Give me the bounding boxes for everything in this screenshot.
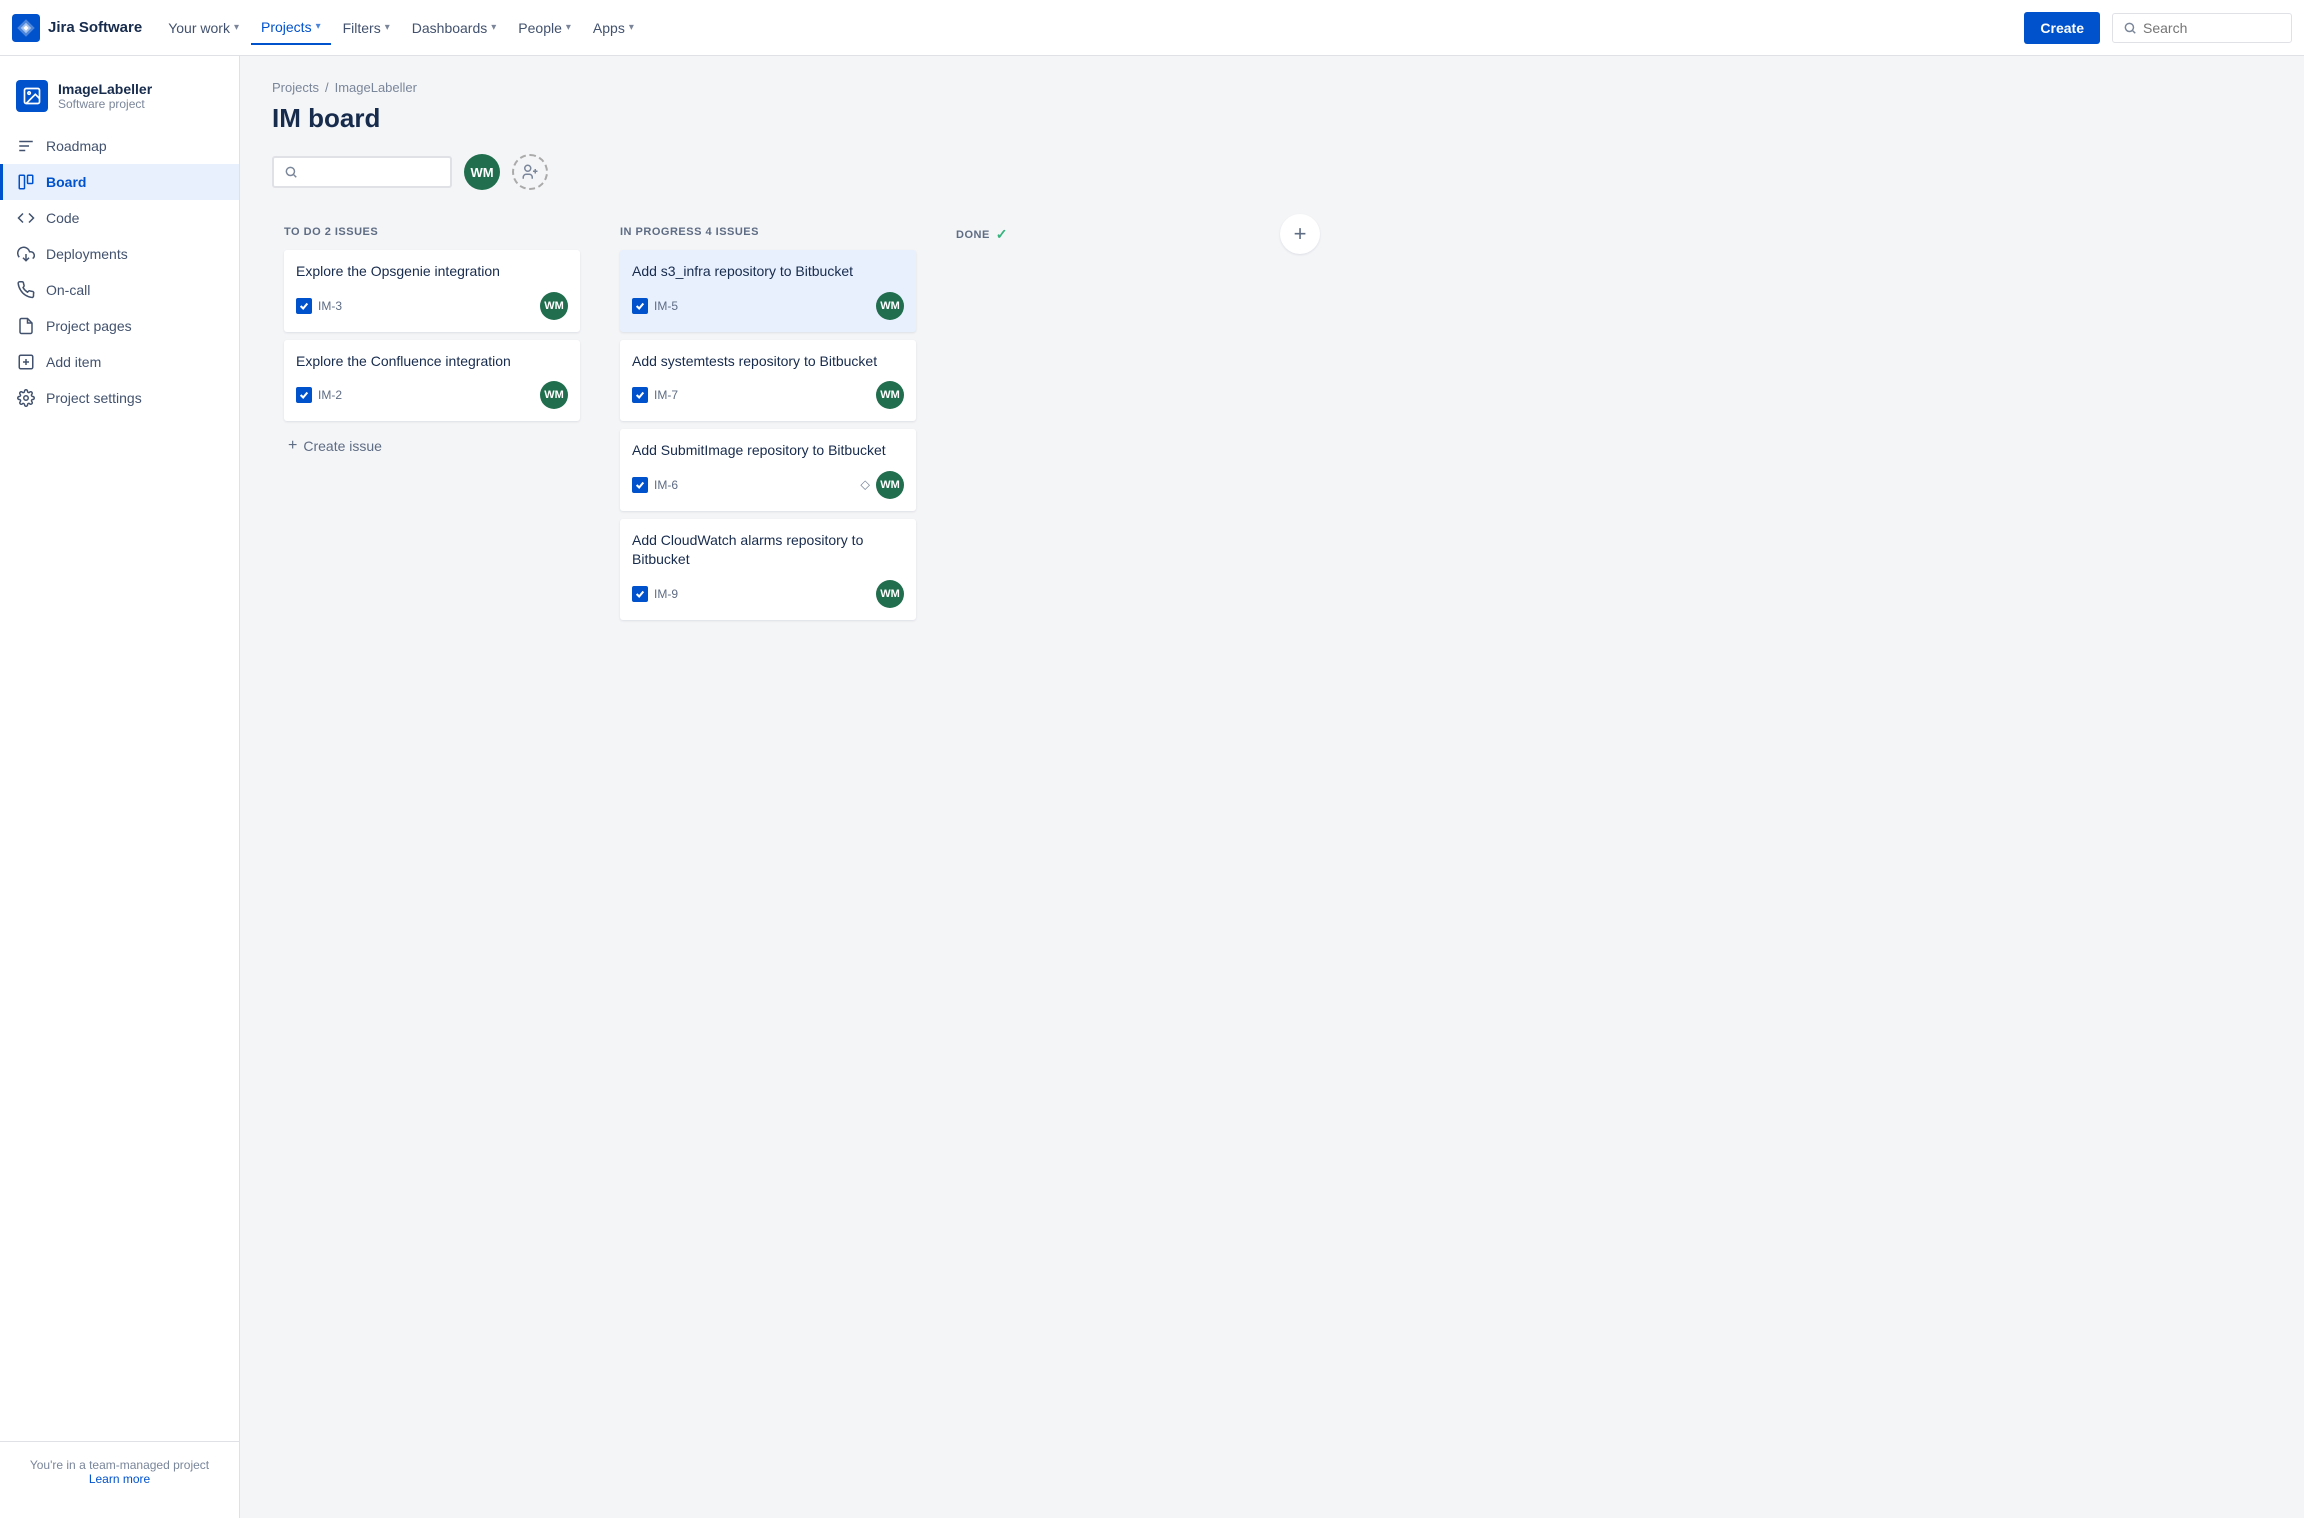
deployments-icon bbox=[16, 244, 36, 264]
project-pages-icon bbox=[16, 316, 36, 336]
board-toolbar: WM bbox=[272, 154, 2280, 190]
chevron-down-icon: ▾ bbox=[629, 22, 634, 33]
sidebar-project-name: ImageLabeller bbox=[58, 81, 152, 97]
card-checkbox bbox=[632, 477, 648, 493]
create-button[interactable]: Create bbox=[2024, 12, 2100, 44]
chevron-down-icon: ▾ bbox=[316, 21, 321, 32]
sidebar-project-type: Software project bbox=[58, 97, 152, 111]
nav-apps[interactable]: Apps ▾ bbox=[583, 12, 644, 44]
add-column-button[interactable]: + bbox=[1280, 214, 1320, 254]
oncall-icon bbox=[16, 280, 36, 300]
card-avatar: WM bbox=[876, 471, 904, 499]
card-im2[interactable]: Explore the Confluence integration IM-2 … bbox=[284, 340, 580, 422]
add-avatar-button[interactable] bbox=[512, 154, 548, 190]
chevron-down-icon: ▾ bbox=[234, 22, 239, 33]
nav-filters[interactable]: Filters ▾ bbox=[333, 12, 400, 44]
search-icon bbox=[284, 165, 298, 179]
page-layout: ImageLabeller Software project Roadmap B… bbox=[0, 56, 2304, 1518]
card-checkbox bbox=[296, 387, 312, 403]
chevron-down-icon: ▾ bbox=[491, 22, 496, 33]
app-logo[interactable]: Jira Software bbox=[12, 14, 142, 42]
breadcrumb-projects[interactable]: Projects bbox=[272, 80, 319, 95]
sidebar-item-add-item[interactable]: Add item bbox=[0, 344, 239, 380]
sidebar-item-board[interactable]: Board bbox=[0, 164, 239, 200]
card-im7[interactable]: Add systemtests repository to Bitbucket … bbox=[620, 340, 916, 422]
card-avatar: WM bbox=[876, 580, 904, 608]
nav-projects[interactable]: Projects ▾ bbox=[251, 11, 331, 45]
plus-icon: + bbox=[288, 437, 297, 455]
sidebar-project: ImageLabeller Software project bbox=[0, 72, 239, 128]
settings-icon bbox=[16, 388, 36, 408]
card-im6[interactable]: Add SubmitImage repository to Bitbucket … bbox=[620, 429, 916, 511]
card-avatar: WM bbox=[876, 292, 904, 320]
card-avatar: WM bbox=[540, 292, 568, 320]
card-checkbox bbox=[632, 298, 648, 314]
column-inprogress: IN PROGRESS 4 ISSUES Add s3_infra reposi… bbox=[608, 214, 928, 640]
card-avatar: WM bbox=[540, 381, 568, 409]
main-content: Projects / ImageLabeller IM board WM TO … bbox=[240, 56, 2304, 1518]
search-icon bbox=[2123, 21, 2137, 35]
card-im9[interactable]: Add CloudWatch alarms repository to Bitb… bbox=[620, 519, 916, 620]
jira-logo-icon bbox=[12, 14, 40, 42]
sidebar-item-oncall[interactable]: On-call bbox=[0, 272, 239, 308]
image-icon bbox=[22, 86, 42, 106]
card-im5[interactable]: Add s3_infra repository to Bitbucket IM-… bbox=[620, 250, 916, 332]
breadcrumb-separator: / bbox=[325, 80, 329, 95]
sidebar-item-code[interactable]: Code bbox=[0, 200, 239, 236]
done-check-icon: ✓ bbox=[996, 226, 1008, 243]
board-columns: TO DO 2 ISSUES Explore the Opsgenie inte… bbox=[272, 214, 2280, 640]
sidebar-item-roadmap[interactable]: Roadmap bbox=[0, 128, 239, 164]
sidebar-footer: You're in a team-managed project Learn m… bbox=[0, 1441, 239, 1502]
sidebar-learn-more-link[interactable]: Learn more bbox=[89, 1472, 150, 1486]
board-icon bbox=[16, 172, 36, 192]
column-todo: TO DO 2 ISSUES Explore the Opsgenie inte… bbox=[272, 214, 592, 475]
project-icon bbox=[16, 80, 48, 112]
roadmap-icon bbox=[16, 136, 36, 156]
sidebar: ImageLabeller Software project Roadmap B… bbox=[0, 56, 240, 1518]
nav-dashboards[interactable]: Dashboards ▾ bbox=[402, 12, 507, 44]
board-search-box bbox=[272, 156, 452, 188]
column-inprogress-header: IN PROGRESS 4 ISSUES bbox=[620, 226, 916, 238]
create-issue-button[interactable]: + Create issue bbox=[284, 429, 580, 463]
sidebar-item-project-pages[interactable]: Project pages bbox=[0, 308, 239, 344]
sidebar-item-project-settings[interactable]: Project settings bbox=[0, 380, 239, 416]
column-todo-header: TO DO 2 ISSUES bbox=[284, 226, 580, 238]
search-input[interactable] bbox=[2143, 20, 2263, 36]
card-im3[interactable]: Explore the Opsgenie integration IM-3 WM bbox=[284, 250, 580, 332]
search-box bbox=[2112, 13, 2292, 43]
code-icon bbox=[16, 208, 36, 228]
user-avatar-wm[interactable]: WM bbox=[464, 154, 500, 190]
card-checkbox bbox=[296, 298, 312, 314]
priority-icon: ⬦ bbox=[860, 476, 870, 493]
breadcrumb-imagelabeller[interactable]: ImageLabeller bbox=[335, 80, 417, 95]
chevron-down-icon: ▾ bbox=[566, 22, 571, 33]
column-done: DONE ✓ bbox=[944, 214, 1264, 267]
column-done-header: DONE ✓ bbox=[956, 226, 1252, 243]
add-item-icon bbox=[16, 352, 36, 372]
top-navigation: Jira Software Your work ▾ Projects ▾ Fil… bbox=[0, 0, 2304, 56]
app-name: Jira Software bbox=[48, 19, 142, 36]
board-filter-input[interactable] bbox=[304, 164, 434, 180]
page-title: IM board bbox=[272, 103, 2280, 134]
sidebar-nav: Roadmap Board Code Deployments bbox=[0, 128, 239, 1441]
card-checkbox bbox=[632, 586, 648, 602]
add-person-icon bbox=[521, 163, 539, 181]
sidebar-item-deployments[interactable]: Deployments bbox=[0, 236, 239, 272]
card-avatar: WM bbox=[876, 381, 904, 409]
chevron-down-icon: ▾ bbox=[385, 22, 390, 33]
nav-your-work[interactable]: Your work ▾ bbox=[158, 12, 249, 44]
nav-people[interactable]: People ▾ bbox=[508, 12, 581, 44]
main-nav: Your work ▾ Projects ▾ Filters ▾ Dashboa… bbox=[158, 11, 2024, 45]
breadcrumb: Projects / ImageLabeller bbox=[272, 80, 2280, 95]
card-checkbox bbox=[632, 387, 648, 403]
